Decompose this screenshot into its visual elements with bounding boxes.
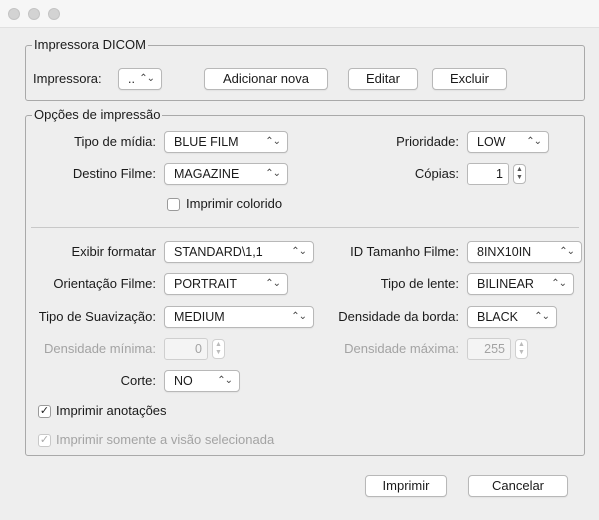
- trim-label: Corte:: [120, 373, 156, 388]
- chevron-updown-icon: ⌃⌄: [551, 278, 567, 289]
- chevron-updown-icon: ⌃⌄: [265, 136, 281, 147]
- print-options-legend: Opções de impressão: [32, 107, 163, 123]
- minimize-window-button[interactable]: [28, 8, 40, 20]
- smoothing-type-value: MEDIUM: [174, 310, 225, 324]
- chevron-updown-icon: ⌃⌄: [526, 136, 542, 147]
- max-density-stepper[interactable]: ▲ ▼: [515, 339, 528, 359]
- chevron-updown-icon: ⌃⌄: [291, 246, 307, 257]
- zoom-window-button[interactable]: [48, 8, 60, 20]
- film-orientation-value: PORTRAIT: [174, 277, 237, 291]
- printer-select-value: ..: [128, 72, 135, 86]
- options-separator: [31, 227, 579, 228]
- film-destination-select[interactable]: MAGAZINE ⌃⌄: [164, 163, 288, 185]
- display-format-select[interactable]: STANDARD\1,1 ⌃⌄: [164, 241, 314, 263]
- print-selected-view-label: Imprimir somente a visão selecionada: [56, 432, 275, 447]
- chevron-updown-icon: ⌃⌄: [217, 375, 233, 386]
- border-density-value: BLACK: [477, 310, 518, 324]
- print-button[interactable]: Imprimir: [365, 475, 447, 497]
- priority-select[interactable]: LOW ⌃⌄: [467, 131, 549, 153]
- media-type-select[interactable]: BLUE FILM ⌃⌄: [164, 131, 288, 153]
- delete-printer-button[interactable]: Excluir: [432, 68, 507, 90]
- print-selected-view-checkbox[interactable]: ✓: [38, 434, 51, 447]
- close-window-button[interactable]: [8, 8, 20, 20]
- min-density-stepper[interactable]: ▲ ▼: [212, 339, 225, 359]
- smoothing-type-label: Tipo de Suavização:: [38, 309, 156, 324]
- chevron-updown-icon: ⌃⌄: [265, 168, 281, 179]
- trim-value: NO: [174, 374, 193, 388]
- smoothing-type-select[interactable]: MEDIUM ⌃⌄: [164, 306, 314, 328]
- cancel-button[interactable]: Cancelar: [468, 475, 568, 497]
- film-destination-label: Destino Filme:: [72, 166, 156, 181]
- add-printer-button[interactable]: Adicionar nova: [204, 68, 328, 90]
- max-density-input[interactable]: 255: [467, 338, 511, 360]
- lens-type-value: BILINEAR: [477, 277, 534, 291]
- film-size-label: ID Tamanho Filme:: [350, 244, 459, 259]
- print-annotations-label: Imprimir anotações: [56, 403, 167, 418]
- copies-label: Cópias:: [414, 166, 459, 181]
- chevron-updown-icon: ⌃⌄: [265, 278, 281, 289]
- chevron-updown-icon: ⌃⌄: [534, 311, 550, 322]
- lens-type-select[interactable]: BILINEAR ⌃⌄: [467, 273, 574, 295]
- display-format-value: STANDARD\1,1: [174, 245, 263, 259]
- border-density-label: Densidade da borda:: [338, 309, 459, 324]
- media-type-value: BLUE FILM: [174, 135, 239, 149]
- display-format-label: Exibir formatar: [71, 244, 156, 259]
- chevron-updown-icon: ⌃⌄: [559, 246, 575, 257]
- print-color-checkbox[interactable]: [167, 198, 180, 211]
- window-titlebar: [0, 0, 599, 28]
- printer-label: Impressora:: [33, 71, 102, 86]
- edit-printer-button[interactable]: Editar: [348, 68, 418, 90]
- film-destination-value: MAGAZINE: [174, 167, 240, 181]
- chevron-updown-icon: ⌃⌄: [291, 311, 307, 322]
- chevron-updown-icon: ⌃⌄: [139, 73, 155, 84]
- film-size-value: 8INX10IN: [477, 245, 532, 259]
- min-density-label: Densidade mínima:: [44, 341, 156, 356]
- copies-input[interactable]: 1: [467, 163, 509, 185]
- film-size-select[interactable]: 8INX10IN ⌃⌄: [467, 241, 582, 263]
- border-density-select[interactable]: BLACK ⌃⌄: [467, 306, 557, 328]
- priority-value: LOW: [477, 135, 506, 149]
- trim-select[interactable]: NO ⌃⌄: [164, 370, 240, 392]
- max-density-label: Densidade máxima:: [344, 341, 459, 356]
- lens-type-label: Tipo de lente:: [380, 276, 459, 291]
- film-orientation-label: Orientação Filme:: [53, 276, 156, 291]
- print-color-label: Imprimir colorido: [186, 196, 283, 211]
- film-orientation-select[interactable]: PORTRAIT ⌃⌄: [164, 273, 288, 295]
- min-density-input[interactable]: 0: [164, 338, 208, 360]
- media-type-label: Tipo de mídia:: [74, 134, 156, 149]
- printer-select[interactable]: .. ⌃⌄: [118, 68, 162, 90]
- print-annotations-checkbox[interactable]: ✓: [38, 405, 51, 418]
- printer-group-legend: Impressora DICOM: [32, 37, 148, 53]
- priority-label: Prioridade:: [396, 134, 459, 149]
- copies-stepper[interactable]: ▲ ▼: [513, 164, 526, 184]
